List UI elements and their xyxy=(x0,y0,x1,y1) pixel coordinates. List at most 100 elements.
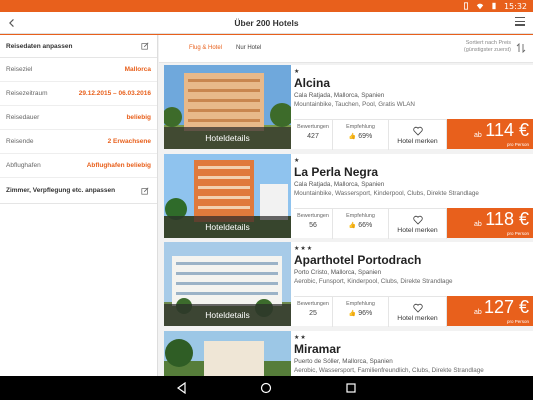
sort-label[interactable]: Sortiert nach Preis (günstigster zuerst) xyxy=(464,40,511,54)
hotel-features: Mountainbike, Tauchen, Pool, Gratis WLAN xyxy=(294,101,415,108)
remember-hotel-label: Hotel merken xyxy=(397,137,438,145)
hotel-name: Aparthotel Portodrach xyxy=(294,253,422,267)
recommendation-value: 66% xyxy=(358,222,373,229)
tab-hotel-only[interactable]: Nur Hotel xyxy=(236,45,261,51)
ratings-cell: Bewertungen 25 xyxy=(294,297,333,327)
filter-value: 29.12.2015 – 06.03.2016 xyxy=(78,90,151,97)
home-circle-icon[interactable] xyxy=(260,382,272,394)
remember-hotel-button[interactable]: Hotel merken xyxy=(389,297,447,327)
status-time: 15:32 xyxy=(503,1,527,11)
price-button[interactable]: ab 114 € pro Person xyxy=(447,119,533,149)
hotel-photo[interactable]: Hoteldetails xyxy=(164,242,291,326)
price-prefix: ab xyxy=(474,221,482,228)
recommendation-cell: Empfehlung 👍 69% xyxy=(333,120,389,150)
filter-row-airport[interactable]: Abflughafen Abflughafen beliebig xyxy=(0,154,157,178)
hotel-photo[interactable]: Hoteldetails xyxy=(164,154,291,238)
heart-icon xyxy=(412,215,423,225)
price-per-person: pro Person xyxy=(506,231,529,236)
filter-row-period[interactable]: Reisezeitraum 29.12.2015 – 06.03.2016 xyxy=(0,82,157,106)
edit-icon xyxy=(141,187,149,195)
recommendation-cell: Empfehlung 👍 96% xyxy=(333,297,389,327)
recommendation-value: 96% xyxy=(358,310,373,317)
hotel-features: Mountainbike, Wassersport, Kinderpool, C… xyxy=(294,190,479,197)
hotel-details-label: Hoteldetails xyxy=(164,127,291,149)
adjust-room-label: Zimmer, Verpflegung etc. anpassen xyxy=(6,187,116,194)
remember-hotel-button[interactable]: Hotel merken xyxy=(389,120,447,150)
hamburger-icon[interactable] xyxy=(515,17,525,27)
status-bar: 15:32 xyxy=(0,0,533,12)
hotel-stars: ★★ xyxy=(294,335,307,341)
recommendation-label: Empfehlung xyxy=(346,213,375,219)
hotel-info: ★ Alcina Cala Ratjada, Mallorca, Spanien… xyxy=(294,65,533,119)
filter-row-travellers[interactable]: Reisende 2 Erwachsene xyxy=(0,130,157,154)
heart-icon xyxy=(412,303,423,313)
price-amount: 114 € xyxy=(485,120,529,140)
filter-label: Abflughafen xyxy=(6,162,41,169)
ratings-label: Bewertungen xyxy=(297,301,329,307)
hotel-stars: ★★★ xyxy=(294,246,314,252)
filter-value: 2 Erwachsene xyxy=(107,138,151,145)
hotel-location: Cala Ratjada, Mallorca, Spanien xyxy=(294,92,385,99)
sort-line1: Sortiert nach Preis xyxy=(465,40,511,46)
recommendation-cell: Empfehlung 👍 66% xyxy=(333,209,389,239)
price-button[interactable]: ab 127 € pro Person xyxy=(447,296,533,326)
filter-value: Mallorca xyxy=(124,66,151,73)
filter-panel: Reisedaten anpassen Reiseziel Mallorca R… xyxy=(0,35,158,376)
filter-value: beliebig xyxy=(126,114,151,121)
recommendation-label: Empfehlung xyxy=(346,301,375,307)
ratings-cell: Bewertungen 427 xyxy=(294,120,333,150)
hotel-card[interactable]: Hoteldetails ★ Alcina Cala Ratjada, Mall… xyxy=(164,65,533,150)
remember-hotel-label: Hotel merken xyxy=(397,314,438,322)
hotel-photo[interactable]: Hoteldetails xyxy=(164,65,291,149)
hotel-name: La Perla Negra xyxy=(294,165,379,179)
hotel-card[interactable]: ★★ Miramar Puerto de Sóller, Mallorca, S… xyxy=(164,331,533,376)
battery-icon xyxy=(492,2,496,10)
hotel-stars: ★ xyxy=(294,69,301,75)
hotel-info: ★ La Perla Negra Cala Ratjada, Mallorca,… xyxy=(294,154,533,208)
adjust-room-button[interactable]: Zimmer, Verpflegung etc. anpassen xyxy=(0,178,157,204)
thumb-up-icon: 👍 xyxy=(348,223,357,229)
filter-panel-title: Reisedaten anpassen xyxy=(6,42,73,50)
ratings-label: Bewertungen xyxy=(297,213,329,219)
thumb-up-icon: 👍 xyxy=(348,134,357,140)
price-per-person: pro Person xyxy=(506,142,529,147)
hotel-features: Aerobic, Funsport, Kinderpool, Clubs, Di… xyxy=(294,278,453,285)
hotel-name: Alcina xyxy=(294,76,331,90)
price-prefix: ab xyxy=(474,132,482,139)
system-nav-bar xyxy=(0,376,533,400)
hotel-info: ★★★ Aparthotel Portodrach Porto Cristo, … xyxy=(294,242,533,296)
back-triangle-icon[interactable] xyxy=(176,382,188,394)
recent-apps-icon[interactable] xyxy=(345,382,357,394)
remember-hotel-button[interactable]: Hotel merken xyxy=(389,209,447,239)
filter-row-duration[interactable]: Reisedauer beliebig xyxy=(0,106,157,130)
ratings-count: 25 xyxy=(309,310,317,317)
adjust-travel-data-button[interactable]: Reisedaten anpassen xyxy=(0,35,157,58)
wifi-icon xyxy=(476,3,484,10)
price-amount: 118 € xyxy=(485,209,529,229)
price-amount: 127 € xyxy=(483,297,529,317)
price-per-person: pro Person xyxy=(506,319,529,324)
hotel-photo[interactable] xyxy=(164,331,291,376)
sort-icon[interactable] xyxy=(516,43,526,53)
hotel-card[interactable]: Hoteldetails ★ La Perla Negra Cala Ratja… xyxy=(164,154,533,239)
hotel-location: Porto Cristo, Mallorca, Spanien xyxy=(294,269,382,276)
recommendation-label: Empfehlung xyxy=(346,124,375,130)
hotel-list: Hoteldetails ★ Alcina Cala Ratjada, Mall… xyxy=(164,65,533,376)
page-title: Über 200 Hotels xyxy=(234,18,299,28)
hotel-location: Puerto de Sóller, Mallorca, Spanien xyxy=(294,358,393,365)
price-prefix: ab xyxy=(474,309,482,316)
ratings-label: Bewertungen xyxy=(297,124,329,130)
recommendation-value: 69% xyxy=(358,133,373,140)
hotel-stars: ★ xyxy=(294,158,301,164)
ratings-cell: Bewertungen 56 xyxy=(294,209,333,239)
tab-flight-hotel[interactable]: Flug & Hotel xyxy=(189,45,222,51)
price-button[interactable]: ab 118 € pro Person xyxy=(447,208,533,238)
filter-row-destination[interactable]: Reiseziel Mallorca xyxy=(0,58,157,82)
hotel-card[interactable]: Hoteldetails ★★★ Aparthotel Portodrach P… xyxy=(164,242,533,327)
hotel-features: Aerobic, Wassersport, Familienfreundlich… xyxy=(294,367,484,374)
ratings-count: 56 xyxy=(309,222,317,229)
hotel-name: Miramar xyxy=(294,342,341,356)
filter-label: Reisende xyxy=(6,138,34,145)
hotel-info: ★★ Miramar Puerto de Sóller, Mallorca, S… xyxy=(294,331,533,376)
filter-label: Reiseziel xyxy=(6,66,33,73)
